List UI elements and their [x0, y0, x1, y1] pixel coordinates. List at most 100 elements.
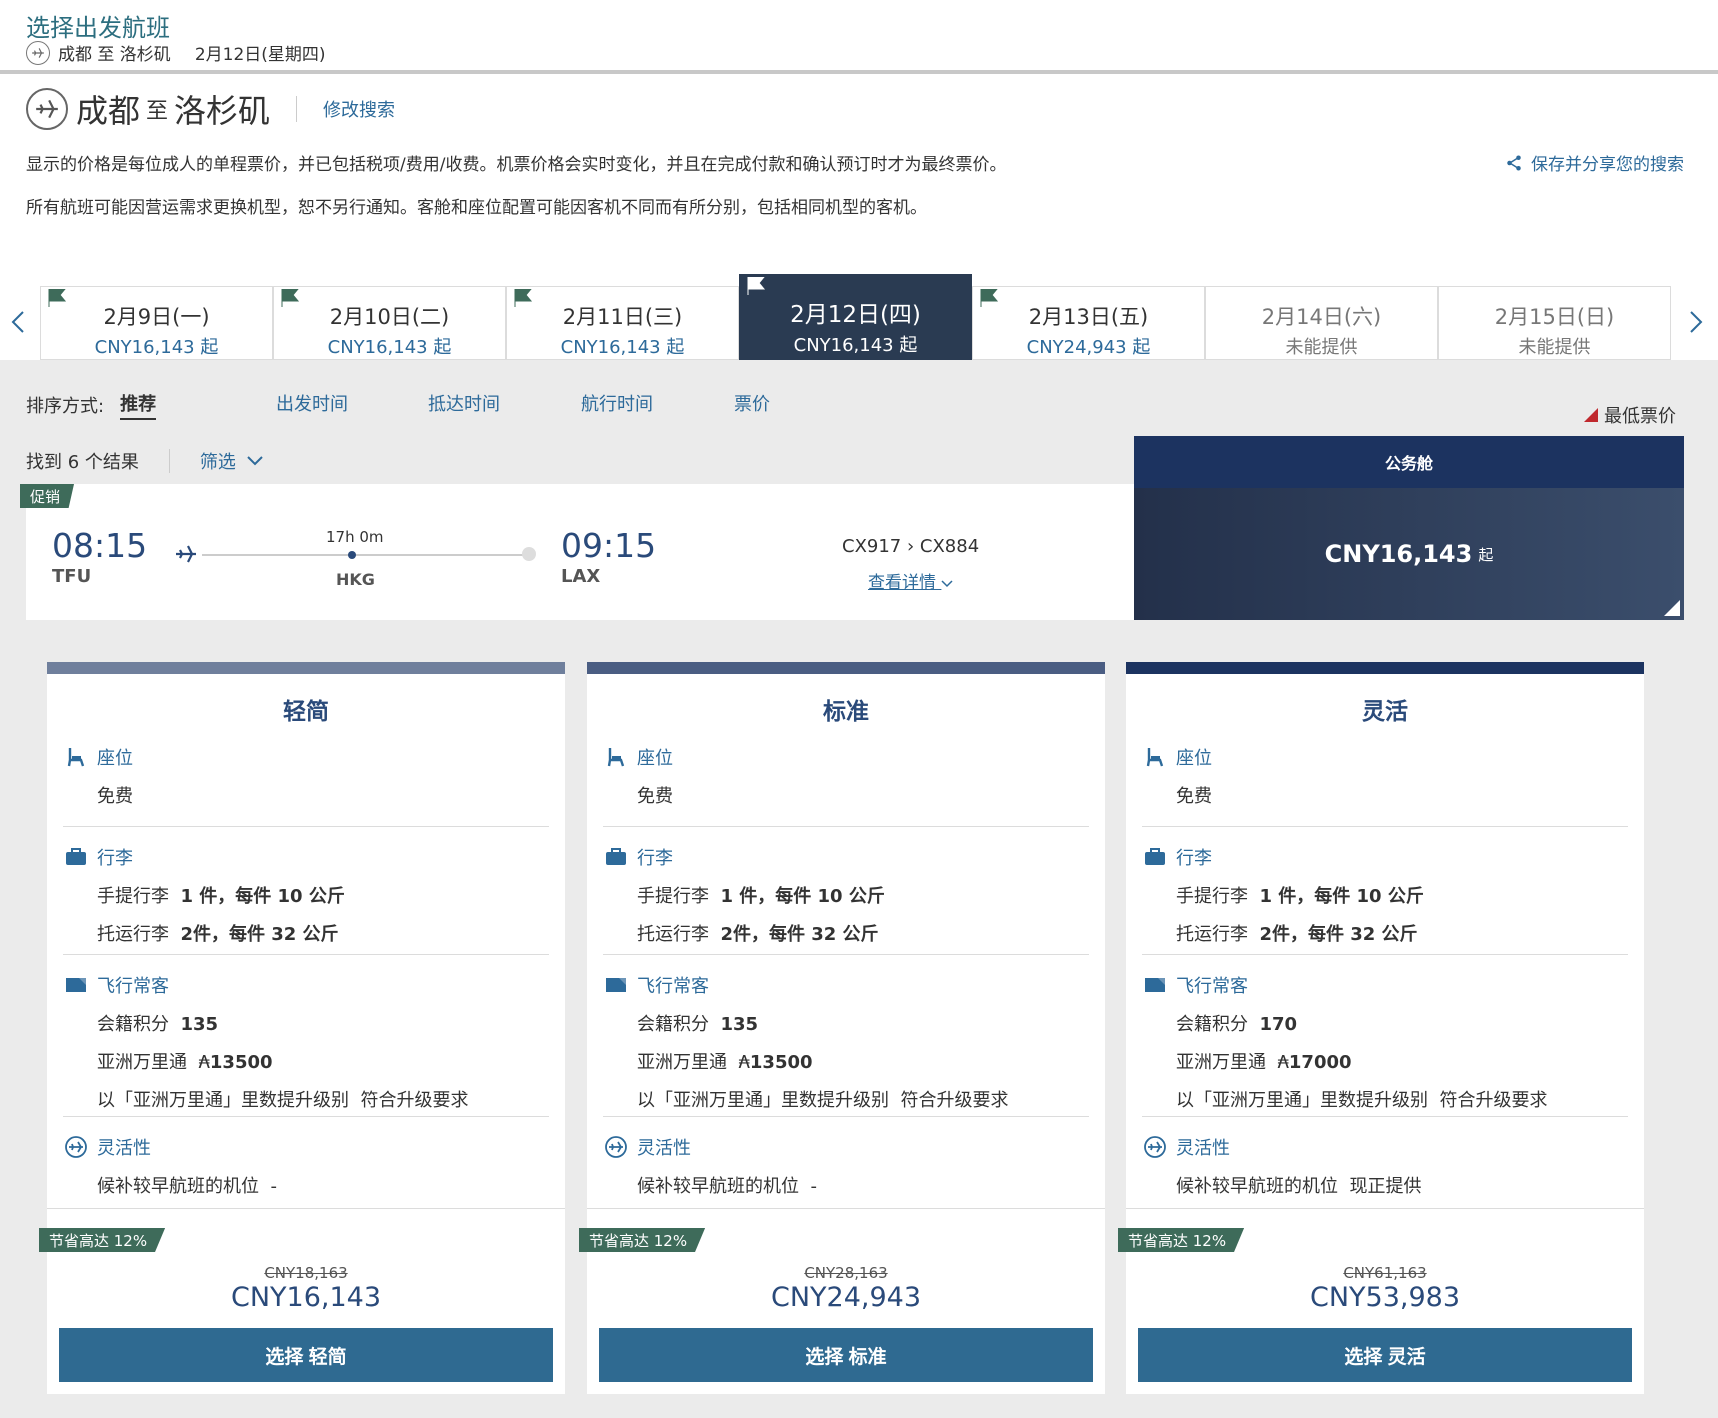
- frequent-flyer-section: 飞行常客 会籍积分 135 亚洲万里通 ₳13500 以「亚洲万里通」里数提升级别 符…: [63, 972, 549, 1112]
- date-tab-6[interactable]: 2月15日(日) 未能提供: [1438, 286, 1671, 360]
- flight-row: 促销 08:15 TFU 17h 0m HKG 09:15 LAX CX917 …: [20, 484, 1134, 620]
- carry-on-value: 1 件，每件 10 公斤: [1259, 886, 1424, 907]
- flex-head: 灵活性: [1142, 1134, 1628, 1160]
- date-price: CNY16,143 起: [560, 337, 685, 358]
- price-value: CNY16,143: [1324, 540, 1473, 568]
- miles-icon: ₳: [198, 1052, 210, 1073]
- seat-icon: [1146, 748, 1164, 767]
- arrival-airport: LAX: [561, 566, 601, 587]
- lowest-price-label: 最低票价: [1604, 406, 1676, 427]
- date-tab-5[interactable]: 2月14日(六) 未能提供: [1205, 286, 1438, 360]
- fare-card: 轻简 座位 免费 行李 手提行李 1 件，每件 10 公斤 托运行李 2件，每件 32 公…: [39, 662, 565, 1394]
- corner-marker: [1664, 600, 1680, 616]
- select-fare-button[interactable]: 选择 标准: [599, 1328, 1093, 1382]
- original-price: CNY61,163: [1343, 1264, 1427, 1282]
- route-summary: 成都 至 洛杉矶 2月12日(星期四): [26, 40, 326, 65]
- divider: [603, 1116, 1089, 1117]
- membership-icon-wrap: [1142, 974, 1168, 996]
- seat-head: 座位: [1142, 744, 1628, 770]
- carry-on-value: 1 件，每件 10 公斤: [720, 886, 885, 907]
- stop-dot: [348, 551, 356, 559]
- sort-arrival-time[interactable]: 抵达时间: [428, 390, 500, 416]
- original-price: CNY18,163: [264, 1264, 348, 1282]
- sort-departure-time[interactable]: 出发时间: [276, 390, 348, 416]
- miles-line: 亚洲万里通 ₳13500: [97, 1048, 549, 1074]
- duration: 17h 0m: [326, 528, 384, 546]
- ff-heading: 飞行常客: [1176, 976, 1248, 997]
- checked-value: 2件，每件 32 公斤: [1259, 924, 1418, 945]
- flexibility-section: 灵活性候补较早航班的机位 -: [603, 1134, 1089, 1198]
- business-price-cell[interactable]: CNY16,143 起: [1134, 488, 1684, 630]
- flex-heading: 灵活性: [637, 1138, 691, 1159]
- upgrade-value: 符合升级要求: [360, 1090, 469, 1111]
- savings-badge: 节省高达 12%: [39, 1228, 166, 1252]
- select-fare-button[interactable]: 选择 灵活: [1138, 1328, 1632, 1382]
- date-tab-4[interactable]: 2月13日(五) CNY24,943 起: [972, 286, 1205, 360]
- savings-badge: 节省高达 12%: [1118, 1228, 1245, 1252]
- date-tab-1[interactable]: 2月10日(二) CNY16,143 起: [273, 286, 506, 360]
- checked-line: 托运行李 2件，每件 32 公斤: [1176, 920, 1628, 946]
- sort-duration[interactable]: 航行时间: [581, 390, 653, 416]
- carry-on-line: 手提行李 1 件，每件 10 公斤: [1176, 882, 1628, 908]
- flexibility-icon: [65, 1136, 87, 1158]
- date-price: CNY24,943 起: [1026, 337, 1151, 358]
- divider: [1142, 954, 1628, 955]
- divider: [296, 96, 298, 122]
- red-triangle-icon: [1584, 408, 1598, 422]
- flag-icon: [747, 277, 766, 295]
- flexibility-icon-wrap: [63, 1136, 89, 1158]
- checked-value: 2件，每件 32 公斤: [720, 924, 879, 945]
- frequent-flyer-section: 飞行常客 会籍积分 170 亚洲万里通 ₳17000 以「亚洲万里通」里数提升级别 符…: [1142, 972, 1628, 1112]
- divider: [63, 954, 549, 955]
- select-fare-button[interactable]: 选择 轻简: [59, 1328, 553, 1382]
- filter-label: 筛选: [199, 452, 236, 473]
- modify-search-link[interactable]: 修改搜索: [323, 96, 395, 122]
- share-icon: [1507, 155, 1521, 170]
- upgrade-value: 符合升级要求: [900, 1090, 1009, 1111]
- date-tab-3-selected[interactable]: 2月12日(四) CNY16,143 起: [739, 274, 972, 360]
- divider: [47, 1208, 565, 1209]
- miles-label: 亚洲万里通: [97, 1052, 187, 1073]
- route-text: 成都 至 洛杉矶: [58, 45, 171, 65]
- seat-icon: [67, 748, 85, 767]
- next-dates-button[interactable]: [1686, 307, 1706, 337]
- date-tab-0[interactable]: 2月9日(一) CNY16,143 起: [40, 286, 273, 360]
- divider: [603, 954, 1089, 955]
- standby-line: 候补较早航班的机位 -: [637, 1172, 1089, 1198]
- seat-section: 座位 免费: [63, 744, 549, 808]
- upgrade-line: 以「亚洲万里通」里数提升级别 符合升级要求: [637, 1086, 1089, 1112]
- fare-color-bar: [1126, 662, 1644, 674]
- checked-label: 托运行李: [97, 924, 169, 945]
- date-price: 未能提供: [1518, 337, 1591, 358]
- date-tab-2[interactable]: 2月11日(三) CNY16,143 起: [506, 286, 739, 360]
- miles-line: 亚洲万里通 ₳17000: [1176, 1048, 1628, 1074]
- ff-heading: 飞行常客: [97, 976, 169, 997]
- miles-value: 13500: [209, 1052, 273, 1073]
- carry-on-line: 手提行李 1 件，每件 10 公斤: [637, 882, 1089, 908]
- membership-icon-wrap: [603, 974, 629, 996]
- carry-on-line: 手提行李 1 件，每件 10 公斤: [97, 882, 549, 908]
- sort-price[interactable]: 票价: [734, 390, 770, 416]
- club-points-line: 会籍积分 170: [1176, 1010, 1628, 1036]
- flex-head: 灵活性: [603, 1134, 1089, 1160]
- date-label: 2月11日(三): [562, 305, 683, 329]
- seat-value: 免费: [97, 786, 133, 807]
- fare-price: CNY53,983: [1309, 1282, 1461, 1313]
- page-title: 选择出发航班: [26, 14, 170, 42]
- aircraft-notice: 所有航班可能因营运需求更换机型，恕不另行通知。客舱和座位配置可能因客机不同而有所…: [26, 198, 927, 218]
- luggage-icon: [1145, 848, 1165, 865]
- flight-numbers: CX917 › CX884: [842, 536, 980, 557]
- filter-button[interactable]: 筛选: [200, 448, 264, 474]
- fare-color-bar: [47, 662, 565, 674]
- flexibility-icon-wrap: [1142, 1136, 1168, 1158]
- club-label: 会籍积分: [97, 1014, 169, 1035]
- membership-icon-wrap: [63, 974, 89, 996]
- view-details-link[interactable]: 查看详情: [868, 568, 953, 593]
- prev-dates-button[interactable]: [8, 307, 28, 337]
- seat-section: 座位 免费: [1142, 744, 1628, 808]
- ff-head: 飞行常客: [63, 972, 549, 998]
- sort-recommended[interactable]: 推荐: [120, 390, 157, 420]
- club-label: 会籍积分: [637, 1014, 709, 1035]
- save-share-link[interactable]: 保存并分享您的搜索: [1505, 150, 1684, 175]
- divider: [63, 826, 549, 827]
